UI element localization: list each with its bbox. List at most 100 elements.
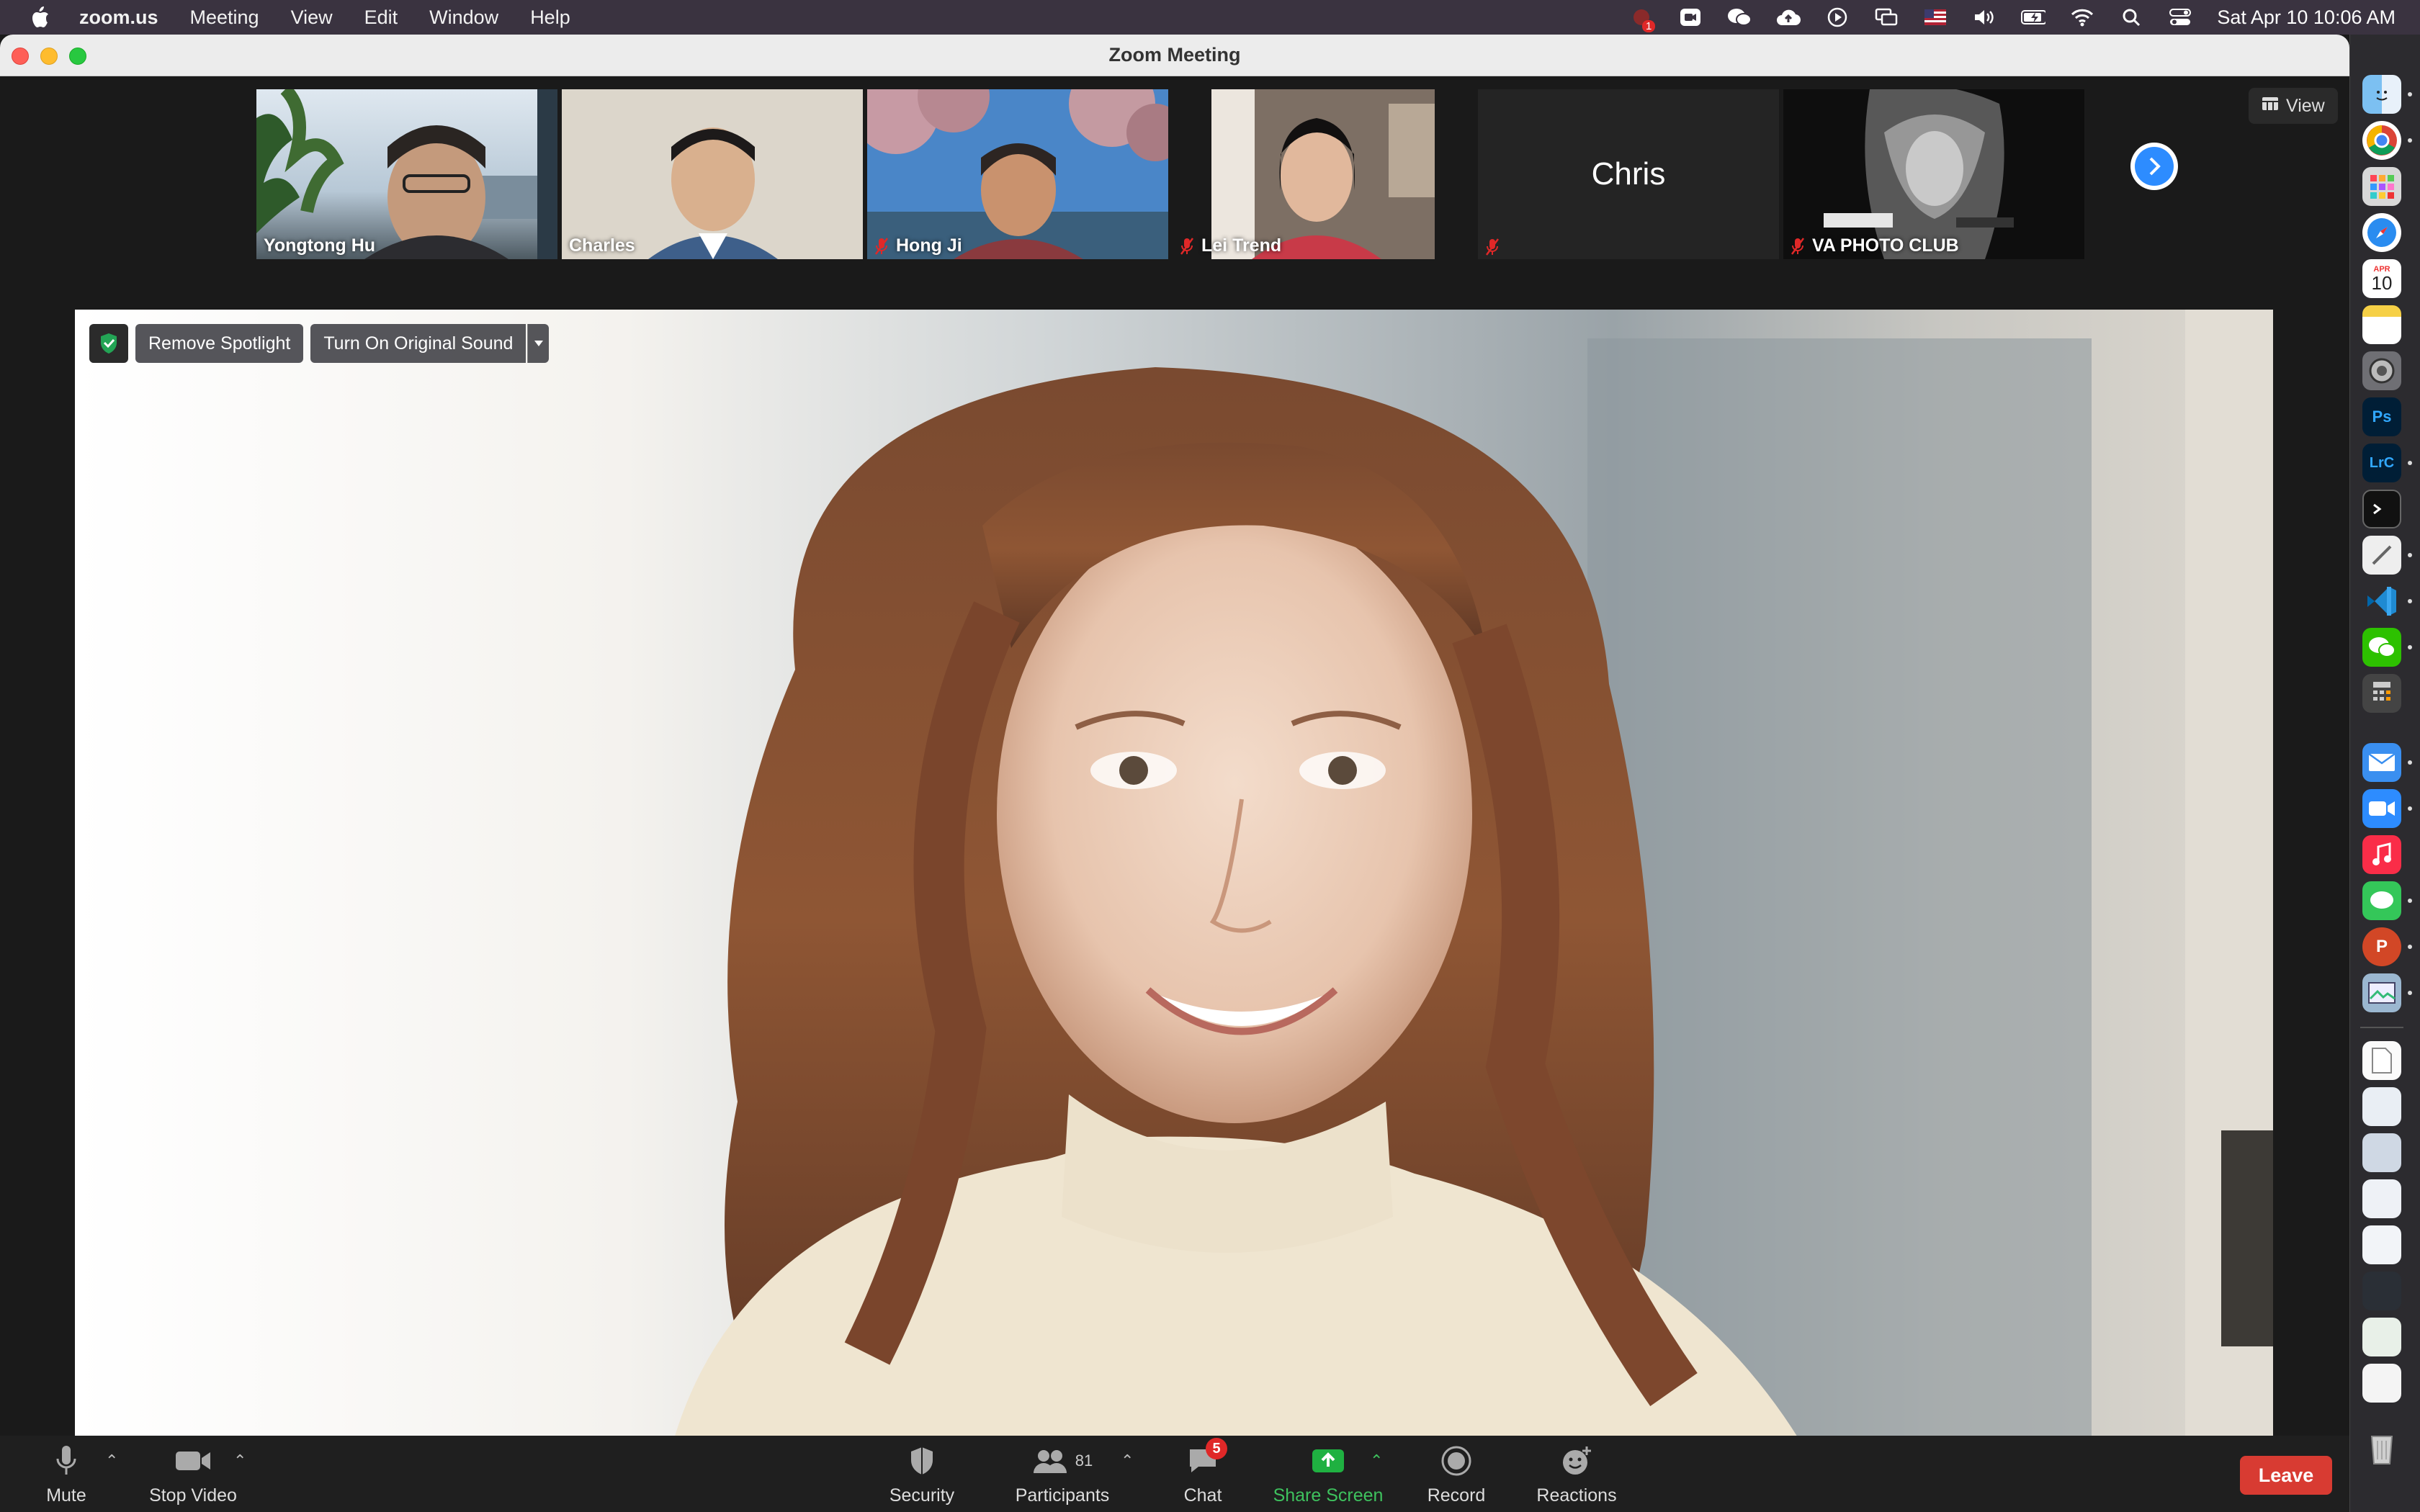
participant-tile[interactable]: Yongtong Hu — [256, 89, 557, 259]
participant-name: Hong Ji — [874, 235, 962, 256]
notification-icon[interactable]: 1 — [1629, 6, 1656, 32]
participants-button[interactable]: 81 Participants — [1008, 1436, 1116, 1512]
safari-icon[interactable] — [2362, 213, 2401, 252]
photoshop-icon[interactable]: Ps — [2362, 397, 2401, 436]
calendar-day: 10 — [2371, 272, 2393, 294]
preview-icon[interactable] — [2362, 973, 2401, 1012]
recent-window-thumbnail[interactable] — [2362, 1179, 2401, 1218]
wechat-icon[interactable] — [2362, 628, 2401, 667]
participant-tile[interactable]: Hong Ji — [867, 89, 1168, 259]
reactions-button[interactable]: Reactions — [1534, 1436, 1619, 1512]
remove-spotlight-button[interactable]: Remove Spotlight — [135, 324, 304, 363]
finder-icon[interactable] — [2362, 75, 2401, 114]
music-icon[interactable] — [2362, 835, 2401, 874]
participants-label: Participants — [1015, 1485, 1110, 1506]
spotlight-search-icon[interactable] — [2119, 6, 2143, 28]
recent-window-thumbnail[interactable] — [2362, 1225, 2401, 1264]
window-title: Zoom Meeting — [1108, 44, 1241, 66]
participant-tile[interactable]: Charles — [562, 89, 863, 259]
view-button[interactable]: View — [2249, 88, 2338, 124]
calculator-icon[interactable] — [2362, 674, 2401, 713]
audio-options-caret-icon[interactable]: ⌃ — [105, 1452, 118, 1470]
zoom-menu-icon[interactable] — [1678, 6, 1703, 28]
app-menu-zoom[interactable]: zoom.us — [79, 6, 158, 29]
original-sound-dropdown-button[interactable] — [527, 324, 550, 363]
dock-separator — [2360, 1027, 2403, 1028]
running-indicator — [2408, 806, 2412, 811]
close-window-button[interactable] — [12, 48, 29, 65]
play-circle-icon[interactable] — [1825, 6, 1850, 28]
recent-window-thumbnail[interactable] — [2362, 1272, 2401, 1310]
notes-icon[interactable] — [2362, 305, 2401, 344]
cloud-upload-icon[interactable] — [1776, 6, 1801, 28]
leave-button[interactable]: Leave — [2240, 1456, 2332, 1495]
lightroom-classic-icon[interactable]: LrC — [2362, 444, 2401, 482]
document-icon[interactable] — [2362, 1041, 2401, 1080]
script-editor-icon[interactable] — [2362, 536, 2401, 575]
menu-help[interactable]: Help — [530, 6, 570, 29]
running-indicator — [2408, 899, 2412, 903]
recent-window-thumbnail[interactable] — [2362, 1318, 2401, 1356]
photoshop-label: Ps — [2372, 408, 2392, 426]
menu-view[interactable]: View — [291, 6, 333, 29]
security-button[interactable]: Security — [880, 1436, 964, 1512]
menu-bar-clock[interactable]: Sat Apr 10 10:06 AM — [2217, 6, 2396, 29]
mail-icon[interactable] — [2362, 743, 2401, 782]
apple-menu-icon[interactable] — [0, 6, 79, 29]
grid-view-icon — [2262, 96, 2279, 117]
participant-tile[interactable]: Chris — [1478, 89, 1779, 259]
running-indicator — [2408, 760, 2412, 765]
share-options-caret-icon[interactable]: ⌃ — [1370, 1452, 1383, 1470]
terminal-icon[interactable] — [2362, 490, 2401, 528]
calendar-icon[interactable]: APR 10 — [2362, 259, 2401, 298]
original-sound-button[interactable]: Turn On Original Sound — [310, 324, 526, 363]
security-label: Security — [889, 1485, 955, 1506]
participant-name: VA PHOTO CLUB — [1791, 235, 1959, 256]
notification-count: 1 — [1641, 20, 1656, 32]
chat-button[interactable]: 5 Chat — [1174, 1436, 1232, 1512]
muted-mic-icon — [1485, 238, 1500, 256]
screen-mirror-icon[interactable] — [1874, 6, 1899, 28]
participant-tile[interactable]: Lei Trend — [1173, 89, 1474, 259]
menu-meeting[interactable]: Meeting — [190, 6, 259, 29]
recent-window-thumbnail[interactable] — [2362, 1364, 2401, 1403]
vscode-icon[interactable] — [2362, 582, 2401, 621]
running-indicator — [2408, 645, 2412, 649]
launchpad-icon[interactable] — [2362, 167, 2401, 206]
stop-video-button[interactable]: Stop Video — [141, 1436, 245, 1512]
battery-icon[interactable] — [2021, 6, 2046, 28]
fullscreen-window-button[interactable] — [69, 48, 86, 65]
mute-button[interactable]: Mute — [36, 1436, 97, 1512]
next-page-button[interactable] — [2130, 143, 2178, 190]
stop-video-label: Stop Video — [149, 1485, 237, 1506]
recent-window-thumbnail[interactable] — [2362, 1133, 2401, 1172]
system-preferences-icon[interactable] — [2362, 351, 2401, 390]
trash-icon[interactable] — [2362, 1428, 2401, 1467]
participant-name: Yongtong Hu — [264, 235, 376, 256]
wechat-menu-icon[interactable] — [1727, 6, 1752, 28]
meeting-toolbar: Mute ⌃ Stop Video ⌃ Security 81 Particip… — [0, 1436, 2349, 1512]
recent-window-thumbnail[interactable] — [2362, 1087, 2401, 1126]
control-center-icon[interactable] — [2168, 6, 2192, 28]
volume-icon[interactable] — [1972, 6, 1996, 28]
macos-menu-bar: zoom.us Meeting View Edit Window Help 1 … — [0, 0, 2420, 35]
running-indicator — [2408, 599, 2412, 603]
encryption-shield-icon[interactable] — [89, 324, 128, 363]
zoom-icon[interactable] — [2362, 789, 2401, 828]
participant-tile[interactable]: VA PHOTO CLUB — [1783, 89, 2084, 259]
video-options-caret-icon[interactable]: ⌃ — [233, 1452, 246, 1470]
messages-icon[interactable] — [2362, 881, 2401, 920]
us-flag-icon[interactable] — [1923, 6, 1948, 28]
participants-options-caret-icon[interactable]: ⌃ — [1121, 1452, 1134, 1470]
menu-window[interactable]: Window — [429, 6, 498, 29]
window-title-bar[interactable]: Zoom Meeting — [0, 35, 2349, 76]
spotlight-video[interactable] — [75, 310, 2273, 1472]
record-button[interactable]: Record — [1423, 1436, 1489, 1512]
record-icon — [1440, 1441, 1472, 1481]
chrome-icon[interactable] — [2362, 121, 2401, 160]
wifi-icon[interactable] — [2070, 6, 2094, 28]
menu-edit[interactable]: Edit — [364, 6, 398, 29]
minimize-window-button[interactable] — [40, 48, 58, 65]
powerpoint-icon[interactable]: P — [2362, 927, 2401, 966]
share-screen-button[interactable]: Share Screen — [1272, 1436, 1384, 1512]
